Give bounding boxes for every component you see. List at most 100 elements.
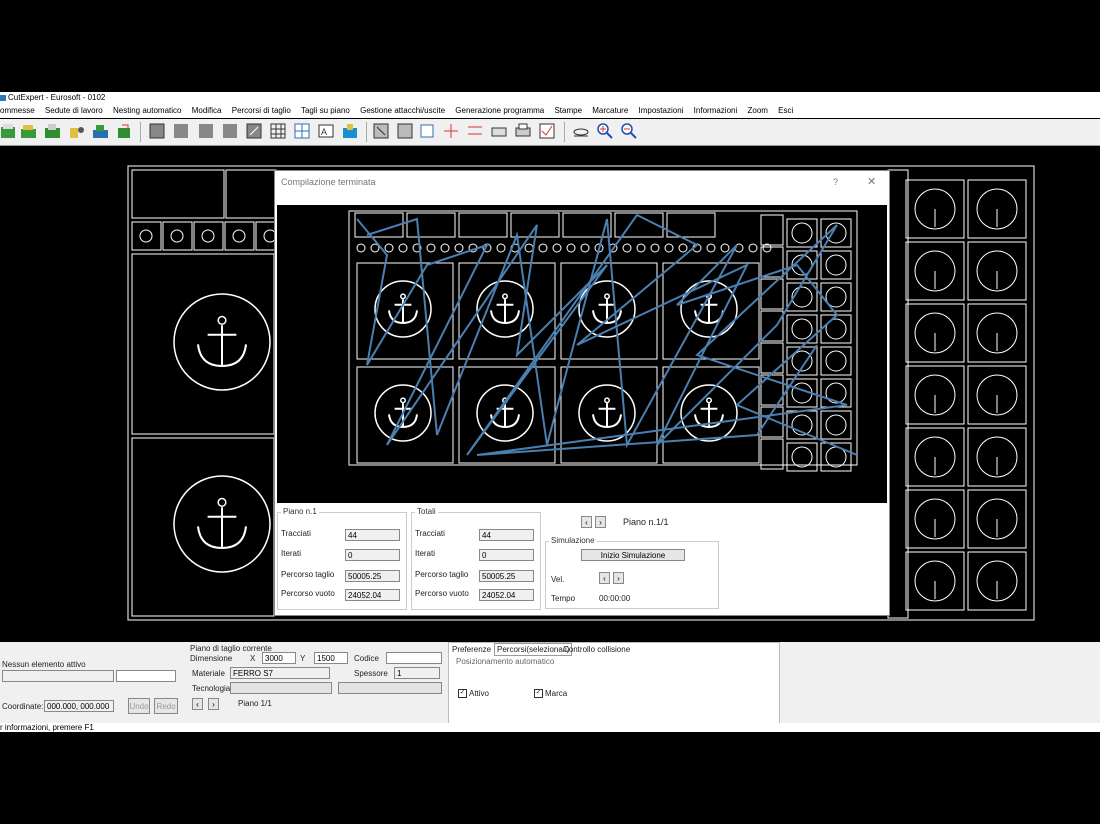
menu-zoom[interactable]: Zoom: [747, 106, 767, 115]
marca-checkbox[interactable]: ✓ Marca: [534, 689, 567, 699]
nessun-elemento-label: Nessun elemento attivo: [2, 660, 86, 669]
window-title: CutExpert - Eurosoft - 0102: [8, 93, 106, 102]
menu-marcature[interactable]: Marcature: [592, 106, 628, 115]
text-icon[interactable]: A: [317, 122, 335, 140]
dim-y-label: Y: [300, 654, 306, 663]
undo-button[interactable]: Undo: [128, 698, 150, 714]
tool-c-icon[interactable]: [418, 122, 436, 140]
bottom-piano-next-button[interactable]: ›: [208, 698, 219, 710]
cut-icon[interactable]: [197, 122, 215, 140]
codice-input[interactable]: [386, 652, 442, 664]
tab-preferenze[interactable]: Preferenze: [452, 645, 491, 654]
totali-percorso-vuoto-label: Percorso vuoto: [415, 589, 469, 598]
menu-esci[interactable]: Esci: [778, 106, 793, 115]
app-window: CutExpert - Eurosoft - 0102 ommesse Sedu…: [0, 92, 1100, 732]
piano-nav-label: Piano n.1/1: [623, 517, 669, 527]
tecnologia2-select[interactable]: [338, 682, 442, 694]
tab-controllo-collisione[interactable]: Controllo collisione: [563, 645, 630, 654]
bottom-piano-prev-button[interactable]: ‹: [192, 698, 203, 710]
piano-corrente-label: Piano di taglio corrente: [190, 644, 272, 653]
menu-gestione-attacchi[interactable]: Gestione attacchi/uscite: [360, 106, 445, 115]
sheet-icon[interactable]: [221, 122, 239, 140]
status-text: r informazioni, premere F1: [0, 723, 94, 732]
grid-icon[interactable]: [269, 122, 287, 140]
brush-icon[interactable]: [341, 122, 359, 140]
lead-out-icon[interactable]: [466, 122, 484, 140]
menu-modifica[interactable]: Modifica: [192, 106, 222, 115]
menu-commesse[interactable]: ommesse: [0, 106, 35, 115]
piano-iterati-label: Iterati: [281, 549, 302, 558]
bottom-panel: Nessun elemento attivo Coordinate: 000.0…: [0, 642, 1100, 732]
menu-nesting-automatico[interactable]: Nesting automatico: [113, 106, 181, 115]
close-icon[interactable]: ✕: [867, 171, 876, 193]
menu-tagli-su-piano[interactable]: Tagli su piano: [301, 106, 350, 115]
tecnologia-label: Tecnologia: [192, 684, 231, 693]
totali-tracciati-value: 44: [479, 529, 534, 541]
menu-percorsi-di-taglio[interactable]: Percorsi di taglio: [232, 106, 291, 115]
piano-next-button[interactable]: ›: [595, 516, 606, 528]
piano-iterati-value: 0: [345, 549, 400, 561]
tool-a-icon[interactable]: [372, 122, 390, 140]
active-element-field: [2, 670, 114, 682]
attivo-check-icon: ✓: [458, 689, 467, 699]
dim-x-label: X: [250, 654, 256, 663]
dim-y-input[interactable]: 1500: [314, 652, 348, 664]
tab-percorsi[interactable]: Percorsi(seleziona/i): [494, 643, 573, 656]
help-icon[interactable]: ?: [833, 171, 838, 193]
export-icon[interactable]: [116, 122, 134, 140]
select-icon[interactable]: [148, 122, 166, 140]
active-element-input[interactable]: [116, 670, 176, 682]
new-job-icon[interactable]: [0, 122, 18, 140]
spessore-label: Spessore: [354, 669, 388, 678]
vel-up-button[interactable]: ›: [613, 572, 624, 584]
piano-prev-button[interactable]: ‹: [581, 516, 592, 528]
spessore-value: 1: [394, 667, 440, 679]
redo-button[interactable]: Redo: [154, 698, 178, 714]
totali-group-label: Totali: [415, 507, 438, 516]
toolbar: A: [0, 119, 1100, 146]
menu-sedute-di-lavoro[interactable]: Sedute di lavoro: [45, 106, 103, 115]
lead-in-icon[interactable]: [442, 122, 460, 140]
materiale-label: Materiale: [192, 669, 225, 678]
menu-stampe[interactable]: Stampe: [554, 106, 582, 115]
coordinate-label: Coordinate:: [2, 702, 44, 711]
piano-tracciati-value: 44: [345, 529, 400, 541]
vel-down-button[interactable]: ‹: [599, 572, 610, 584]
tempo-value: 00:00:00: [599, 594, 631, 603]
menu-generazione-programma[interactable]: Generazione programma: [455, 106, 544, 115]
totali-iterati-label: Iterati: [415, 549, 436, 558]
tool-b-icon[interactable]: [396, 122, 414, 140]
save-job-icon[interactable]: [44, 122, 62, 140]
tempo-label: Tempo: [551, 594, 576, 603]
start-simulation-button[interactable]: Inizio Simulazione: [581, 549, 685, 561]
zoom-out-icon[interactable]: [620, 122, 638, 140]
zoom-fit-icon[interactable]: [572, 122, 590, 140]
materiale-value: FERRO S7: [230, 667, 330, 679]
marca-check-icon: ✓: [534, 689, 543, 699]
piano-group-label: Piano n.1: [281, 507, 319, 516]
title-bar: CutExpert - Eurosoft - 0102: [0, 92, 1100, 104]
print-icon[interactable]: [514, 122, 532, 140]
program-icon[interactable]: [490, 122, 508, 140]
open-job-icon[interactable]: [20, 122, 38, 140]
edit-icon[interactable]: [245, 122, 263, 140]
menu-informazioni[interactable]: Informazioni: [694, 106, 738, 115]
coordinate-value: 000.000, 000.000: [44, 700, 114, 712]
tecnologia-select[interactable]: [230, 682, 332, 694]
piano-percorso-taglio-value: 50005.25: [345, 570, 400, 582]
preview-drawing: [348, 210, 858, 472]
menu-impostazioni[interactable]: Impostazioni: [639, 106, 684, 115]
parts-icon[interactable]: [68, 122, 86, 140]
svg-text:A: A: [321, 127, 327, 137]
tab-note: Posizionamento automatico: [456, 657, 555, 666]
nesting-icon[interactable]: [92, 122, 110, 140]
compilation-dialog: Compilazione terminata ? ✕ Piano n.1 Tra…: [274, 170, 890, 616]
piano-percorso-vuoto-value: 24052.04: [345, 589, 400, 601]
zoom-in-icon[interactable]: [596, 122, 614, 140]
piano-tracciati-label: Tracciati: [281, 529, 311, 538]
attivo-checkbox[interactable]: ✓ Attivo: [458, 689, 489, 699]
part-icon[interactable]: [172, 122, 190, 140]
grid-color-icon[interactable]: [293, 122, 311, 140]
dim-x-input[interactable]: 3000: [262, 652, 296, 664]
mark-icon[interactable]: [538, 122, 556, 140]
